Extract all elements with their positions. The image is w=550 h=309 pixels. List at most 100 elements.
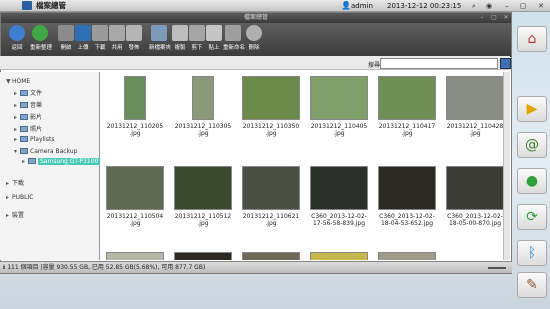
file-item[interactable]: C360_2013-12-02- 18-04-53-652.jpg [375,166,439,227]
paste-icon [206,25,222,41]
publish-button[interactable]: 發佈 [124,25,144,51]
file-grid: 20131212_110205 .jpg 20131212_110305 .jp… [103,72,503,260]
thumbnail [378,76,436,120]
tree-item-playlists[interactable]: ▸ Playlists [14,136,54,143]
refresh-icon [32,25,48,41]
app-title: 檔案總管 [36,1,66,10]
rename-button[interactable]: 重新命名 [223,25,245,51]
file-item[interactable]: 20131212_110205 .jpg [103,76,167,137]
restore-icon[interactable]: ▢ [519,2,527,10]
search-label: 搜尋 [368,62,381,69]
status-text: 111 個項目 |容量 930.55 GB, 已用 52.85 GB(5.68%… [7,264,206,271]
delete-icon [246,25,262,41]
back-icon [9,25,25,41]
zoom-slider[interactable] [488,267,506,269]
rss-icon[interactable]: ◉ [485,2,493,10]
folder-icon [20,114,28,120]
grid-view-icon[interactable] [500,58,511,69]
tree-item-documents[interactable]: ▸ 文件 [14,88,42,97]
thumbnail [310,166,368,210]
file-item[interactable]: 20131212_110428 .jpg [443,76,503,137]
tree-devices[interactable]: ▸ 裝置 [6,210,24,219]
file-item[interactable]: 20131212_110305 .jpg [171,76,235,137]
toolbar: 返回 重新整理 開啟 上傳 下載 共用 發佈 新檔案夾 複製 剪下 貼上 重新命… [1,23,511,57]
folder-icon [20,90,28,96]
tree-item-camera-backup[interactable]: ▾ Camera Backup [14,148,77,155]
file-item[interactable] [375,252,439,260]
file-item[interactable] [103,252,167,260]
file-item[interactable] [239,252,303,260]
file-name: 20131212_110621 .jpg [242,213,300,227]
home-icon[interactable]: ⌂ [517,26,547,52]
window-title-bar: 檔案總管 – ▢ ✕ [1,13,511,23]
thumbnail [310,76,368,120]
file-item[interactable] [307,252,371,260]
app-dock: ⌂ ▶ @ ● ⟳ ᛒ ✎ [514,14,550,309]
file-name: 20131212_110512 .jpg [174,213,232,227]
file-name: C360_2013-12-02- 18-05-00-870.jpg [447,213,503,227]
file-name: 20131212_110350 .jpg [242,123,300,137]
minimize-icon[interactable]: – [503,2,511,10]
file-manager-icon [22,1,32,10]
file-item[interactable]: 20131212_110512 .jpg [171,166,235,227]
tools-icon[interactable]: ✎ [517,272,547,298]
search-input[interactable] [380,58,498,69]
new-folder-button[interactable]: 新檔案夾 [149,25,171,51]
folder-icon [20,102,28,108]
rename-icon [225,25,241,41]
copy-icon [172,25,188,41]
user-sync-icon[interactable]: ● [517,168,547,194]
file-name: 20131212_110504 .jpg [106,213,164,227]
vertical-scrollbar[interactable] [503,72,510,260]
file-name: 20131212_110305 .jpg [174,123,232,137]
back-button[interactable]: 返回 [7,25,27,51]
window-minimize-icon[interactable]: – [479,15,485,21]
thumbnail [378,166,436,210]
file-item[interactable]: 20131212_110621 .jpg [239,166,303,227]
paste-button[interactable]: 貼上 [204,25,224,51]
tree-item-music[interactable]: ▸ 音樂 [14,100,42,109]
file-name: 20131212_110205 .jpg [106,123,164,137]
search-icon[interactable]: ⌕ [470,2,478,10]
media-player-icon[interactable]: ▶ [517,96,547,122]
delete-button[interactable]: 刪除 [244,25,264,51]
tree-item-videos[interactable]: ▸ 影片 [14,112,42,121]
file-item[interactable]: C360_2013-12-02- 17-56-58-839.jpg [307,166,371,227]
tree-public[interactable]: ▸ PUBLIC [6,194,33,201]
info-icon: ℹ [3,264,6,271]
file-name: 20131212_110428 .jpg [446,123,503,137]
user-icon[interactable]: 👤 [341,1,351,10]
tree-item-samsung[interactable]: ▸ Samsung GT-P3100 [22,158,101,165]
close-icon[interactable]: ✕ [537,2,545,10]
file-item[interactable]: 20131212_110417 .jpg [375,76,439,137]
window-close-icon[interactable]: ✕ [503,15,509,21]
file-item[interactable]: 20131212_110504 .jpg [103,166,167,227]
system-bar: 檔案總管 👤 admin 2013-12-12 00:23:15 ⌕ ◉ – ▢… [0,0,550,12]
tree-home[interactable]: ▼HOME [6,78,30,85]
bluetooth-icon[interactable]: ᛒ [517,240,547,266]
address-book-icon[interactable]: @ [517,132,547,158]
file-item[interactable]: 20131212_110405 .jpg [307,76,371,137]
thumbnail [446,166,503,210]
status-bar: ℹ 111 個項目 |容量 930.55 GB, 已用 52.85 GB(5.6… [0,261,512,273]
file-item[interactable]: C360_2013-12-02- 18-05-00-870.jpg [443,166,503,227]
tree-item-photos[interactable]: ▸ 照片 [14,124,42,133]
thumbnail [446,76,503,120]
window-title: 檔案總管 [243,14,268,21]
tree-downloads[interactable]: ▸ 下載 [6,178,24,187]
file-item[interactable]: 20131212_110350 .jpg [239,76,303,137]
thumbnail [174,166,232,210]
publish-icon [126,25,142,41]
window-maximize-icon[interactable]: ▢ [491,15,497,21]
thumbnail [192,76,214,120]
thumbnail [242,76,300,120]
datetime: 2013-12-12 00:23:15 [387,2,462,10]
thumbnail [242,166,300,210]
thumbnail [106,166,164,210]
file-name: C360_2013-12-02- 17-56-58-839.jpg [311,213,367,227]
file-item[interactable] [171,252,235,260]
refresh-button[interactable]: 重新整理 [30,25,52,51]
sync-icon[interactable]: ⟳ [517,204,547,230]
thumbnail [124,76,146,120]
user-name[interactable]: admin [351,2,373,10]
